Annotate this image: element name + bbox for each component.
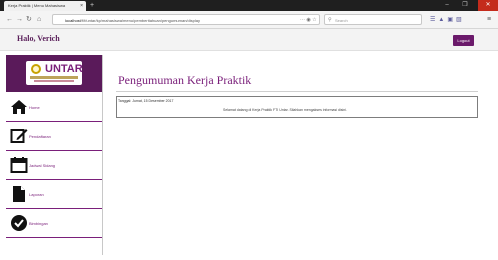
check-circle-icon	[11, 215, 27, 231]
browser-chrome: Kerja Praktik | Menu Mahasiswa × + – ❐ ✕…	[0, 0, 498, 29]
browser-titlebar: Kerja Praktik | Menu Mahasiswa × + – ❐ ✕	[0, 0, 498, 11]
home-browser-icon[interactable]: ⌂	[37, 15, 41, 25]
page-header: Halo, Verich Logout	[0, 29, 498, 51]
page-title: Pengumuman Kerja Praktik	[118, 73, 252, 87]
reload-icon[interactable]: ↻	[26, 15, 32, 25]
search-placeholder: Search	[335, 18, 348, 23]
logo-tagline-bar	[34, 80, 74, 82]
search-input[interactable]: ⚲ Search	[324, 14, 422, 25]
forward-icon[interactable]: →	[16, 15, 23, 25]
edit-icon	[10, 129, 28, 143]
logout-button[interactable]: Logout	[453, 35, 474, 46]
untar-logo: UNTAR	[6, 55, 102, 92]
tab-title: Kerja Praktik | Menu Mahasiswa	[8, 3, 66, 8]
sidebar-item-label: Bimbingan	[29, 221, 48, 226]
announcement-box: Tanggal: Jumat, 15 Desember 2017 Selamat…	[116, 96, 478, 118]
sidebar-item-label: Jadwal Sidang	[29, 163, 56, 168]
title-divider	[116, 91, 478, 92]
home-icon	[11, 100, 27, 114]
minimize-button[interactable]: –	[440, 0, 454, 11]
close-window-button[interactable]: ✕	[478, 0, 498, 11]
sidebar-item-home[interactable]: Home	[6, 93, 102, 122]
tab-close-icon[interactable]: ×	[80, 1, 83, 11]
main-content: Pengumuman Kerja Praktik Tanggal: Jumat,…	[111, 55, 487, 244]
logo-emblem-icon	[31, 64, 41, 74]
calendar-icon	[10, 157, 28, 173]
address-bar[interactable]: localhost/f/f/untar/kp/mahasiswa/menu/pe…	[52, 14, 320, 25]
sidebar-item-laporan[interactable]: Laporan	[6, 180, 102, 209]
sidebar-item-jadwal-sidang[interactable]: Jadwal Sidang	[6, 151, 102, 180]
toolbar-icons[interactable]: ☰▲▣▧	[430, 15, 465, 25]
sidebar-item-pendaftaran[interactable]: Pendaftaran	[6, 122, 102, 151]
back-icon[interactable]: ←	[6, 15, 13, 25]
announcement-message: Selamat datang di Kerja Praktik FTI Unta…	[223, 108, 347, 112]
sidebar: UNTAR Home Pendaftaran Jadwal Sidang Lap…	[6, 55, 103, 255]
sidebar-item-label: Home	[29, 105, 40, 110]
browser-navbar: ← → ↻ ⌂ localhost/f/f/untar/kp/mahasiswa…	[0, 11, 498, 29]
logo-badge: UNTAR	[26, 61, 83, 85]
new-tab-button[interactable]: +	[90, 1, 94, 10]
sidebar-item-bimbingan[interactable]: Bimbingan	[6, 209, 102, 238]
logo-divider	[30, 76, 78, 79]
url-host: localhost	[65, 18, 81, 23]
browser-tab[interactable]: Kerja Praktik | Menu Mahasiswa ×	[4, 1, 86, 11]
user-greeting: Halo, Verich	[17, 34, 60, 43]
announcement-date: Tanggal: Jumat, 15 Desember 2017	[118, 99, 174, 103]
url-path: /f/f/untar/kp/mahasiswa/menu/pemberitahu…	[80, 18, 200, 23]
maximize-button[interactable]: ❐	[458, 0, 472, 11]
menu-icon[interactable]: ≡	[487, 15, 491, 25]
search-icon: ⚲	[328, 17, 332, 23]
sidebar-item-label: Laporan	[29, 192, 44, 197]
sidebar-item-label: Pendaftaran	[29, 134, 51, 139]
logo-text: UNTAR	[45, 63, 83, 75]
page-actions-icon[interactable]: ⋯ ◉ ☆	[300, 15, 317, 25]
document-icon	[13, 186, 25, 202]
